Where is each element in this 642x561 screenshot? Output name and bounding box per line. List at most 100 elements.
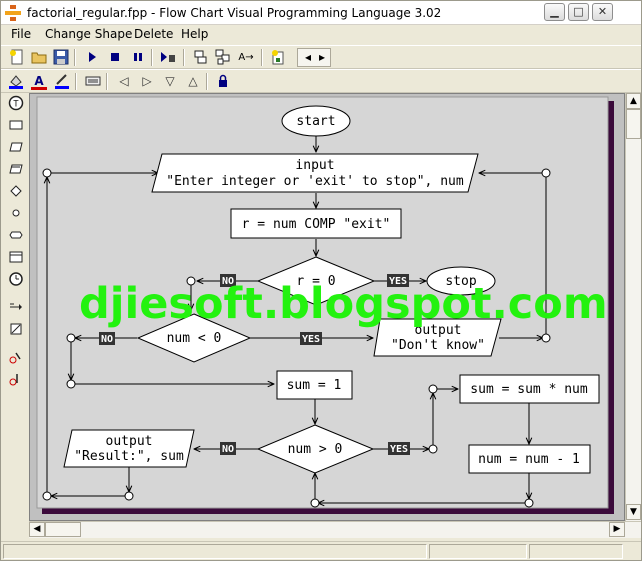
pause-icon[interactable] xyxy=(129,49,147,66)
input-prompt: "Enter integer or 'exit' to stop", num xyxy=(166,174,464,189)
arrow-up-icon[interactable]: △ xyxy=(184,73,202,90)
watermark-text: djiesoft.blogspot.com xyxy=(79,279,608,329)
terminal-tool-icon[interactable]: T xyxy=(7,95,25,111)
export-icon[interactable] xyxy=(269,49,287,66)
paste-shapes-icon[interactable] xyxy=(214,49,232,66)
lock-icon[interactable] xyxy=(214,73,232,90)
app-logo-icon xyxy=(5,5,21,21)
menu-help[interactable]: Help xyxy=(181,27,208,41)
horizontal-scroll-thumb[interactable] xyxy=(45,522,81,537)
minimize-icon: ▁ xyxy=(550,5,559,18)
start-label: start xyxy=(296,114,335,129)
keyboard-icon[interactable] xyxy=(84,73,102,90)
connector-node[interactable] xyxy=(42,168,52,178)
status-cell-tertiary xyxy=(529,544,623,559)
decision-tool-icon[interactable] xyxy=(7,183,25,199)
close-icon: ✕ xyxy=(597,5,608,18)
preparation-tool-icon[interactable] xyxy=(7,227,25,243)
stop-mark-tool-icon[interactable] xyxy=(7,371,25,387)
scroll-left-icon[interactable]: ◀ xyxy=(29,522,45,537)
process-tool-icon[interactable] xyxy=(7,117,25,133)
num-dec-label: num = num - 1 xyxy=(478,452,580,467)
run-icon[interactable] xyxy=(83,49,101,66)
maximize-button[interactable]: □ xyxy=(568,3,589,21)
toolbar-separator xyxy=(261,49,263,66)
scroll-right-icon[interactable]: ▶ xyxy=(609,522,625,537)
status-cell-secondary xyxy=(429,544,527,559)
connector-node[interactable] xyxy=(428,384,438,394)
status-cell-main xyxy=(3,544,427,559)
run-mark-tool-icon[interactable] xyxy=(7,349,25,365)
rename-icon[interactable]: A→ xyxy=(237,49,255,66)
main-toolbar: A→ ◂ ▸ xyxy=(1,45,641,69)
minimize-button[interactable]: ▁ xyxy=(544,3,565,21)
connector-node[interactable] xyxy=(541,333,551,343)
open-folder-icon[interactable] xyxy=(30,49,48,66)
menu-bar: File Change Shape Delete Help xyxy=(1,25,641,44)
new-file-icon[interactable] xyxy=(8,49,26,66)
toolbar-separator xyxy=(74,49,76,66)
connector-node[interactable] xyxy=(428,444,438,454)
fill-color-icon[interactable] xyxy=(7,73,25,90)
title-bar[interactable]: factorial_regular.fpp - Flow Chart Visua… xyxy=(1,1,641,25)
sum-init-label: sum = 1 xyxy=(287,378,342,393)
yes-badge: YES xyxy=(302,334,320,345)
app-window: factorial_regular.fpp - Flow Chart Visua… xyxy=(0,0,642,561)
scroll-down-icon[interactable]: ▼ xyxy=(626,504,641,520)
arrow-right-icon[interactable]: ▷ xyxy=(138,73,156,90)
connector-node[interactable] xyxy=(66,333,76,343)
text-color-icon[interactable]: A xyxy=(30,73,48,90)
no-badge: NO xyxy=(101,334,113,345)
output-dont-text: "Don't know" xyxy=(391,338,485,353)
toolbar-separator xyxy=(206,73,208,90)
connector-node[interactable] xyxy=(42,491,52,501)
maximize-icon: □ xyxy=(573,5,584,18)
comment-tool-icon[interactable] xyxy=(7,321,25,337)
scroll-up-icon[interactable]: ▲ xyxy=(626,93,641,109)
window-title: factorial_regular.fpp - Flow Chart Visua… xyxy=(27,6,442,20)
horizontal-scrollbar[interactable]: ◀ ▶ xyxy=(29,521,641,538)
arrow-down-icon[interactable]: ▽ xyxy=(161,73,179,90)
step-icon[interactable] xyxy=(159,49,177,66)
connector-node[interactable] xyxy=(541,168,551,178)
menu-file[interactable]: File xyxy=(11,27,31,41)
io-tool-icon[interactable] xyxy=(7,139,25,155)
arrow-left-icon[interactable]: ◁ xyxy=(115,73,133,90)
vertical-scrollbar[interactable]: ▲ ▼ xyxy=(625,93,641,521)
toolbar-separator xyxy=(75,73,77,90)
nav-group: ◂ ▸ xyxy=(297,48,331,67)
output-result-title: output xyxy=(106,434,153,449)
nav-right-icon[interactable]: ▸ xyxy=(313,49,331,66)
toolbar-separator xyxy=(106,73,108,90)
connector-node[interactable] xyxy=(124,491,134,501)
format-toolbar: A ◁ ▷ ▽ △ xyxy=(1,69,641,93)
link-tool-icon[interactable] xyxy=(7,299,25,315)
copy-shapes-icon[interactable] xyxy=(192,49,210,66)
connector-node[interactable] xyxy=(310,498,320,508)
connector-tool-icon[interactable] xyxy=(7,205,25,221)
connector-node[interactable] xyxy=(66,379,76,389)
io-alt-tool-icon[interactable] xyxy=(7,161,25,177)
menu-change-shape[interactable]: Change Shape xyxy=(45,27,132,41)
toolbar-separator xyxy=(151,49,153,66)
stop-icon[interactable] xyxy=(106,49,124,66)
status-bar xyxy=(1,541,641,560)
timer-tool-icon[interactable] xyxy=(7,271,25,287)
line-color-icon[interactable] xyxy=(53,73,71,90)
no-badge: NO xyxy=(222,444,234,455)
save-icon[interactable] xyxy=(52,49,70,66)
menu-delete[interactable]: Delete xyxy=(134,27,173,41)
toolbar-separator xyxy=(183,49,185,66)
display-tool-icon[interactable] xyxy=(7,249,25,265)
input-title: input xyxy=(295,158,334,173)
decision-pos-label: num > 0 xyxy=(288,442,343,457)
svg-text:T: T xyxy=(13,100,19,110)
compare-label: r = num COMP "exit" xyxy=(242,217,391,232)
close-button[interactable]: ✕ xyxy=(592,3,613,21)
decision-neg-label: num < 0 xyxy=(167,331,222,346)
output-result-text: "Result:", sum xyxy=(74,449,184,464)
vertical-scroll-thumb[interactable] xyxy=(626,109,641,139)
shape-toolbar: T xyxy=(1,93,29,521)
sum-update-label: sum = sum * num xyxy=(470,382,588,397)
connector-node[interactable] xyxy=(524,498,534,508)
